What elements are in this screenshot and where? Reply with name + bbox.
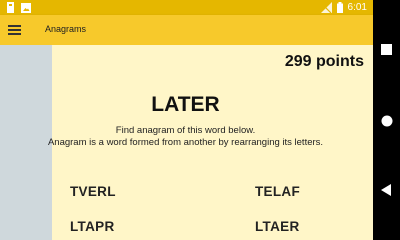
status-time: 6:01 <box>347 2 367 13</box>
app-bar: Anagrams <box>0 15 373 45</box>
navigation-bar <box>373 0 400 240</box>
option-button[interactable]: LTAER <box>255 219 300 234</box>
app-screen: 6:01 Anagrams 299 points LATER Find anag… <box>0 0 373 240</box>
recent-apps-icon[interactable] <box>381 42 392 60</box>
points-counter: 299 points <box>284 53 364 70</box>
hamburger-menu-icon[interactable] <box>8 23 22 37</box>
option-button[interactable]: TVERL <box>70 184 116 199</box>
game-content: 299 points LATER Find anagram of this wo… <box>48 45 373 240</box>
signal-off-icon <box>320 2 332 13</box>
app-title: Anagrams <box>45 24 87 34</box>
status-bar: 6:01 <box>0 0 373 15</box>
back-icon[interactable] <box>381 183 392 201</box>
storage-icon <box>6 2 15 13</box>
instruction-text: Find anagram of this word below. <box>115 125 256 136</box>
status-left-icons <box>6 2 31 13</box>
battery-icon <box>336 2 343 13</box>
home-icon[interactable] <box>381 114 393 132</box>
image-notification-icon <box>21 2 31 13</box>
target-word: LATER <box>151 93 220 116</box>
option-button[interactable]: TELAF <box>255 184 300 199</box>
option-button[interactable]: LTAPR <box>70 219 115 234</box>
anagram-definition-text: Anagram is a word formed from another by… <box>47 137 324 148</box>
status-right-icons: 6:01 <box>320 1 367 14</box>
